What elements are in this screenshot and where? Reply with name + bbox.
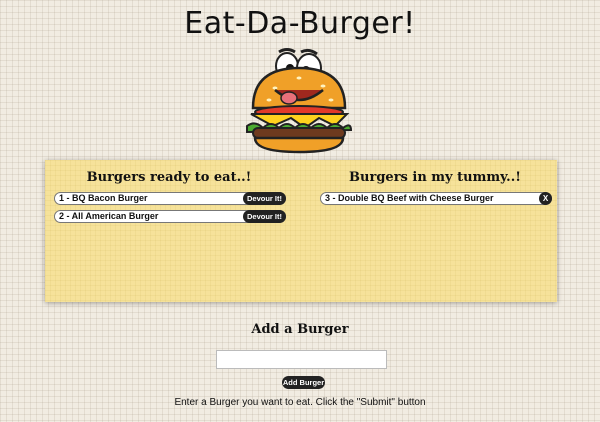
devour-button[interactable]: Devour It! [242,192,286,205]
devour-button[interactable]: Devour It! [242,210,286,223]
add-burger-button[interactable]: Add Burger [282,376,325,389]
cartoon-burger-icon [246,48,353,154]
burger-panel: Burgers ready to eat..! Burgers in my tu… [45,160,557,302]
add-burger-heading: Add a Burger [251,322,349,337]
delete-burger-button[interactable]: X [539,192,552,205]
burger-name-input[interactable] [216,350,387,369]
burger-name: 2 - All American Burger [59,211,159,221]
devoured-heading: Burgers in my tummy..! [349,170,521,185]
burger-name: 3 - Double BQ Beef with Cheese Burger [325,193,494,203]
devoured-burger-row: 3 - Double BQ Beef with Cheese Burger X [320,192,552,205]
ready-burger-row: 2 - All American Burger Devour It! [54,210,286,223]
ready-burger-row: 1 - BQ Bacon Burger Devour It! [54,192,286,205]
instructions-text: Enter a Burger you want to eat. Click th… [174,397,426,408]
ready-heading: Burgers ready to eat..! [86,170,252,185]
burger-name: 1 - BQ Bacon Burger [59,193,148,203]
page-title: Eat-Da-Burger! [184,6,416,41]
